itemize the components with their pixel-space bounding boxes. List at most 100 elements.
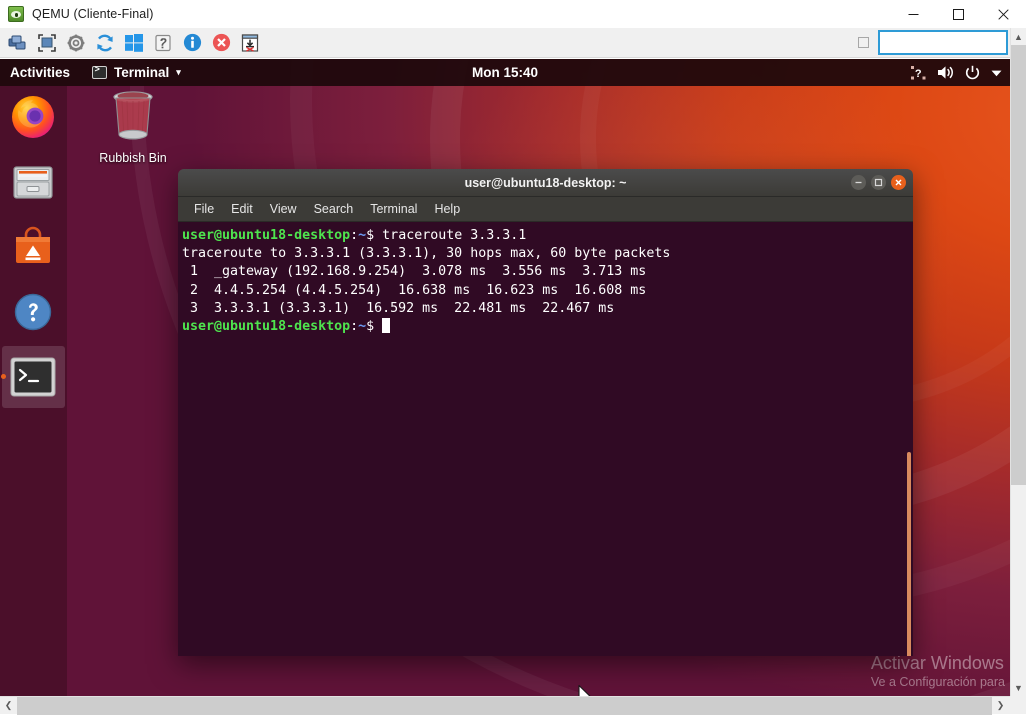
fullscreen-icon: [37, 33, 57, 53]
prompt-dollar: $: [366, 319, 374, 334]
screenshot-button[interactable]: [150, 30, 176, 56]
desktop-icon-rubbish-bin[interactable]: Rubbish Bin: [85, 87, 181, 165]
settings-gear-icon: [66, 33, 86, 53]
panel-clock[interactable]: Mon 15:40: [425, 65, 585, 80]
terminal-output-line: 2 4.4.5.254 (4.4.5.254) 16.638 ms 16.623…: [180, 282, 913, 300]
qemu-toolbar: [0, 28, 1026, 58]
dock-item-help[interactable]: [7, 286, 59, 338]
dock-item-software[interactable]: [7, 221, 59, 273]
scroll-left-button[interactable]: ❮: [0, 697, 17, 715]
panel-tray: ?: [911, 65, 1002, 80]
minimize-icon: [908, 9, 919, 20]
cancel-icon: [212, 33, 231, 52]
terminal-command-text: traceroute 3.3.3.1: [374, 228, 526, 243]
software-icon: [10, 224, 56, 270]
scrollbar-corner: [1010, 696, 1026, 714]
machine-icon: [8, 33, 28, 53]
vertical-scroll-thumb[interactable]: [1011, 45, 1026, 485]
prompt-dollar: $: [366, 228, 374, 243]
vertical-scrollbar[interactable]: ▲ ▼: [1010, 28, 1026, 696]
help-icon: [10, 289, 56, 335]
host-window-title: QEMU (Cliente-Final): [32, 7, 153, 21]
dock-item-files[interactable]: [7, 156, 59, 208]
terminal-scrollbar[interactable]: [907, 452, 911, 656]
app-menu-button[interactable]: Terminal ▾: [92, 65, 181, 80]
maximize-button[interactable]: [936, 0, 981, 28]
scroll-up-button[interactable]: ▲: [1011, 28, 1026, 45]
close-button[interactable]: [981, 0, 1026, 28]
minimize-button[interactable]: [891, 0, 936, 28]
prompt-colon: :: [350, 228, 358, 243]
files-icon: [10, 159, 56, 205]
scroll-down-button[interactable]: ▼: [1011, 679, 1026, 696]
input-method-icon[interactable]: ?: [911, 66, 926, 80]
power-icon[interactable]: [965, 65, 980, 80]
dock-item-firefox[interactable]: [7, 91, 59, 143]
trash-icon: [107, 87, 159, 143]
terminal-title-bar[interactable]: user@ubuntu18-desktop: ~: [178, 169, 913, 197]
horizontal-scrollbar[interactable]: ❮ ❯: [0, 696, 1026, 714]
menu-item-edit[interactable]: Edit: [225, 200, 259, 218]
close-icon: [894, 178, 903, 187]
svg-text:?: ?: [915, 68, 922, 80]
menu-item-view[interactable]: View: [264, 200, 303, 218]
dock-running-indicator: [1, 374, 6, 379]
settings-button[interactable]: [63, 30, 89, 56]
terminal-output-line: 1 _gateway (192.168.9.254) 3.078 ms 3.55…: [180, 263, 913, 281]
activities-button[interactable]: Activities: [10, 65, 70, 80]
terminal-output-line: traceroute to 3.3.3.1 (3.3.3.1), 30 hops…: [180, 245, 913, 263]
vertical-scroll-track[interactable]: [1011, 485, 1026, 679]
terminal-cursor: [382, 318, 390, 333]
dock-item-terminal[interactable]: [7, 351, 59, 403]
menu-item-search[interactable]: Search: [308, 200, 360, 218]
send-key-button[interactable]: [121, 30, 147, 56]
terminal-window-controls: [851, 175, 906, 190]
volume-icon[interactable]: [937, 65, 954, 80]
terminal-icon: [92, 66, 107, 79]
windows-logo-icon: [125, 34, 143, 52]
activation-watermark: Activar Windows Ve a Configuración para: [871, 652, 1005, 691]
scroll-right-button[interactable]: ❯: [992, 697, 1009, 715]
machine-button[interactable]: [5, 30, 31, 56]
info-button[interactable]: [179, 30, 205, 56]
prompt-colon: :: [350, 319, 358, 334]
terminal-output-area[interactable]: user@ubuntu18-desktop:~$ traceroute 3.3.…: [178, 222, 913, 656]
terminal-maximize-button[interactable]: [871, 175, 886, 190]
terminal-output-line: 3 3.3.3.1 (3.3.3.1) 16.592 ms 22.481 ms …: [180, 300, 913, 318]
fullscreen-button[interactable]: [34, 30, 60, 56]
terminal-prompt-line: user@ubuntu18-desktop:~$: [180, 318, 913, 336]
app-menu-label: Terminal: [114, 65, 169, 80]
save-window-button[interactable]: [237, 30, 263, 56]
maximize-icon: [874, 178, 883, 187]
chevron-down-icon[interactable]: [991, 69, 1002, 77]
prompt-user-host: user@ubuntu18-desktop: [182, 319, 350, 334]
prompt-path: ~: [358, 319, 366, 334]
qemu-icon: [8, 6, 24, 22]
cancel-button[interactable]: [208, 30, 234, 56]
horizontal-scroll-thumb[interactable]: [17, 697, 992, 715]
terminal-minimize-button[interactable]: [851, 175, 866, 190]
chevron-down-icon: ▾: [176, 67, 181, 78]
menu-item-help[interactable]: Help: [428, 200, 466, 218]
host-title-bar[interactable]: QEMU (Cliente-Final): [0, 0, 1026, 28]
save-window-icon: [240, 33, 260, 53]
toolbar-checkbox[interactable]: [858, 37, 869, 48]
refresh-button[interactable]: [92, 30, 118, 56]
guest-screen: Activities Terminal ▾ Mon 15:40 ?: [0, 59, 1010, 696]
prompt-user-host: user@ubuntu18-desktop: [182, 228, 350, 243]
terminal-menu-bar: File Edit View Search Terminal Help: [178, 197, 913, 222]
terminal-icon: [10, 357, 56, 397]
close-icon: [998, 9, 1009, 20]
terminal-close-button[interactable]: [891, 175, 906, 190]
minimize-icon: [854, 178, 863, 187]
ubuntu-dock: [0, 86, 67, 696]
screenshot-icon: [153, 33, 173, 53]
menu-item-terminal[interactable]: Terminal: [364, 200, 423, 218]
prompt-path: ~: [358, 228, 366, 243]
toolbar-text-input[interactable]: [878, 30, 1008, 55]
menu-item-file[interactable]: File: [188, 200, 220, 218]
terminal-window: user@ubuntu18-desktop: ~: [178, 169, 913, 656]
qemu-host-window: QEMU (Cliente-Final): [0, 0, 1026, 714]
terminal-command-line: user@ubuntu18-desktop:~$ traceroute 3.3.…: [180, 227, 913, 245]
mouse-cursor-icon: [578, 685, 593, 696]
